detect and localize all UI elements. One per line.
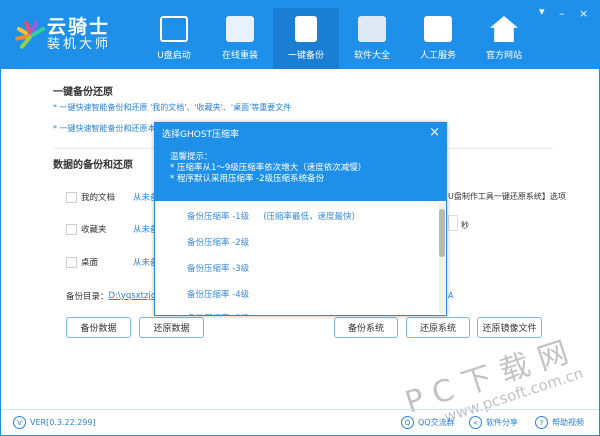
backup-icon	[295, 16, 317, 42]
section-title-data: 数据的备份和还原	[53, 160, 133, 171]
version-icon: V	[13, 416, 26, 429]
version-text: VER[0.3.22.299]	[30, 418, 96, 427]
help-video-link[interactable]: ? 帮助视频	[535, 416, 584, 429]
checkbox-desktop[interactable]	[66, 256, 77, 268]
logo: 云骑士 装机大师	[13, 16, 111, 54]
compression-option-3[interactable]: 备份压缩率 -3级	[187, 262, 249, 274]
nav-label: 软件大全	[353, 51, 390, 61]
help-icon: ?	[535, 416, 548, 429]
item-label: 桌面	[81, 258, 99, 268]
option-label: 备份压缩率 -1级	[187, 212, 250, 222]
ghost-compression-dialog: 选择GHOST压缩率 × 温馨提示： * 压缩率从1～9级压缩率依次增大（速度依…	[154, 122, 447, 316]
qq-group-link[interactable]: Q QQ交流群	[401, 416, 455, 429]
checkbox-my-documents[interactable]	[66, 191, 77, 203]
dialog-title: 选择GHOST压缩率	[162, 130, 240, 140]
menu-dropdown-button[interactable]: ▾	[539, 5, 545, 18]
nav-software[interactable]: 软件大全	[339, 8, 405, 69]
open-link[interactable]: A	[448, 291, 453, 300]
nav-one-key-backup[interactable]: 一键备份	[273, 8, 339, 69]
logo-icon	[13, 16, 47, 54]
backup-system-button[interactable]: 备份系统	[334, 317, 398, 338]
backup-data-button[interactable]: 备份数据	[66, 317, 131, 338]
help-label: 帮助视频	[552, 418, 584, 427]
restore-image-button[interactable]: 还原镜像文件	[477, 317, 542, 338]
restore-option-text: U盘制作工具一键还原系统】选项	[448, 192, 566, 201]
nav-online-reinstall[interactable]: 在线重装	[207, 8, 273, 69]
nav-label: 人工服务	[419, 51, 456, 61]
footer-bar: V VER[0.3.22.299] Q QQ交流群 < 软件分享 ? 帮助视频	[1, 409, 599, 435]
compression-option-5[interactable]: 备份压缩率 -5级	[187, 312, 249, 316]
share-link[interactable]: < 软件分享	[469, 416, 518, 429]
bullet-1: * 一键快速智能备份和还原 '我的文档'、'收藏夹'、'桌面'等重要文件	[53, 103, 292, 112]
section-title-backup-restore: 一键备份还原	[53, 87, 113, 98]
share-icon: <	[469, 416, 482, 429]
compression-option-4[interactable]: 备份压缩率 -4级	[187, 288, 249, 300]
software-box-icon	[358, 16, 386, 42]
tip-line-2: * 程序默认采用压缩率 -2级压缩系统备份	[170, 174, 325, 184]
logo-title: 云骑士	[47, 16, 111, 38]
nav-official-site[interactable]: 官方网站	[471, 8, 537, 69]
nav-usb-boot[interactable]: U盘启动	[141, 8, 207, 69]
seconds-label: 秒	[461, 221, 469, 230]
usb-icon	[160, 16, 188, 42]
checkbox-favorites[interactable]	[66, 223, 77, 235]
item-label: 我的文档	[81, 193, 116, 203]
item-label: 收藏夹	[81, 225, 107, 235]
compression-option-1[interactable]: 备份压缩率 -1级 (压缩率最低，速度最快)	[187, 210, 355, 222]
home-icon	[490, 16, 518, 42]
dialog-scrollbar[interactable]	[439, 203, 445, 313]
dialog-close-button[interactable]: ×	[429, 125, 440, 140]
close-button[interactable]: ×	[579, 7, 588, 20]
qq-label: QQ交流群	[418, 418, 455, 427]
nav-manual-service[interactable]: 人工服务	[405, 8, 471, 69]
share-label: 软件分享	[486, 418, 518, 427]
logo-subtitle: 装机大师	[47, 37, 112, 52]
tip-line-1: * 压缩率从1～9级压缩率依次增大（速度依次减慢）	[170, 163, 367, 173]
restore-system-button[interactable]: 还原系统	[406, 317, 470, 338]
bullet-2: * 一键快速智能备份和还原本	[53, 124, 156, 133]
nav-label: 一键备份	[287, 51, 324, 61]
backup-dir-label: 备份目录：	[66, 292, 109, 302]
nav-label: U盘启动	[157, 51, 191, 61]
nav-label: 官方网站	[485, 51, 522, 61]
chat-icon	[424, 16, 452, 42]
header-bar: 云骑士 装机大师 U盘启动 在线重装 一键备份 软件大全 人工服务 官方网站 ▾…	[1, 1, 599, 69]
scrollbar-thumb[interactable]	[439, 209, 445, 257]
monitor-icon	[226, 16, 254, 42]
tip-title: 温馨提示：	[170, 152, 213, 162]
option-note: (压缩率最低，速度最快)	[263, 212, 355, 222]
compression-option-2[interactable]: 备份压缩率 -2级	[187, 236, 249, 248]
minimize-button[interactable]: –	[559, 7, 565, 20]
main-window: 云骑士 装机大师 U盘启动 在线重装 一键备份 软件大全 人工服务 官方网站 ▾…	[0, 0, 600, 436]
restore-data-button[interactable]: 还原数据	[139, 317, 204, 338]
qq-icon: Q	[401, 416, 414, 429]
nav-label: 在线重装	[221, 51, 258, 61]
seconds-input[interactable]	[448, 215, 458, 231]
